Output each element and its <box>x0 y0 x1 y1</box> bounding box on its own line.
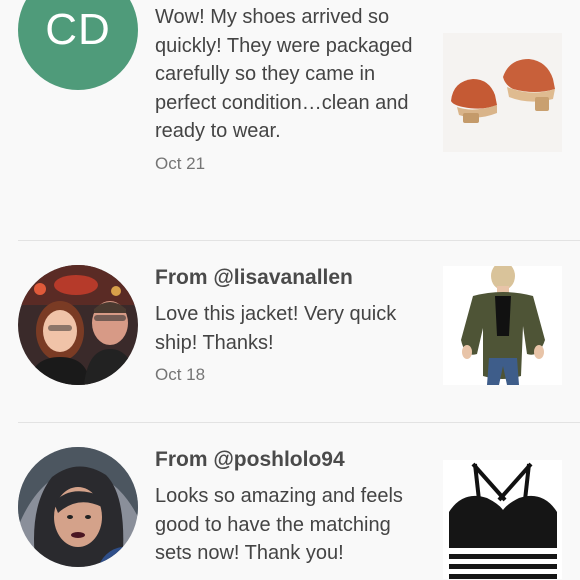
product-thumbnail[interactable] <box>443 33 562 152</box>
note-date: Oct 18 <box>155 365 206 384</box>
love-notes-feed: CD Wow! My shoes arrived so quickly! The… <box>0 0 580 580</box>
note-date: Oct 21 <box>155 153 206 173</box>
avatar-initials: CD <box>45 5 111 54</box>
sports-bra-icon <box>443 460 562 579</box>
note-content: From @lisavanallen Love this jacket! Ver… <box>155 264 430 386</box>
note-message: Love this jacket! Very quick ship! Thank… <box>155 303 397 354</box>
avatar[interactable] <box>18 265 138 385</box>
shoes-icon <box>443 33 562 152</box>
note-content: From @poshlolo94 Looks so amazing and fe… <box>155 446 430 568</box>
list-item[interactable]: CD Wow! My shoes arrived so quickly! The… <box>0 0 580 240</box>
user-photo-icon <box>18 447 138 567</box>
list-item[interactable]: From @poshlolo94 Looks so amazing and fe… <box>0 423 580 580</box>
avatar[interactable] <box>18 447 138 567</box>
avatar[interactable]: CD <box>18 0 138 90</box>
note-message: Wow! My shoes arrived so quickly! They w… <box>155 6 413 142</box>
note-message: Looks so amazing and feels good to have … <box>155 485 403 564</box>
product-thumbnail[interactable] <box>443 266 562 385</box>
list-item[interactable]: From @lisavanallen Love this jacket! Ver… <box>0 241 580 422</box>
note-content: Wow! My shoes arrived so quickly! They w… <box>155 3 430 175</box>
user-photo-icon <box>18 265 138 385</box>
jacket-icon <box>443 266 562 385</box>
note-sender[interactable]: From @lisavanallen <box>155 264 430 292</box>
note-sender[interactable]: From @poshlolo94 <box>155 446 430 474</box>
product-thumbnail[interactable] <box>443 460 562 579</box>
